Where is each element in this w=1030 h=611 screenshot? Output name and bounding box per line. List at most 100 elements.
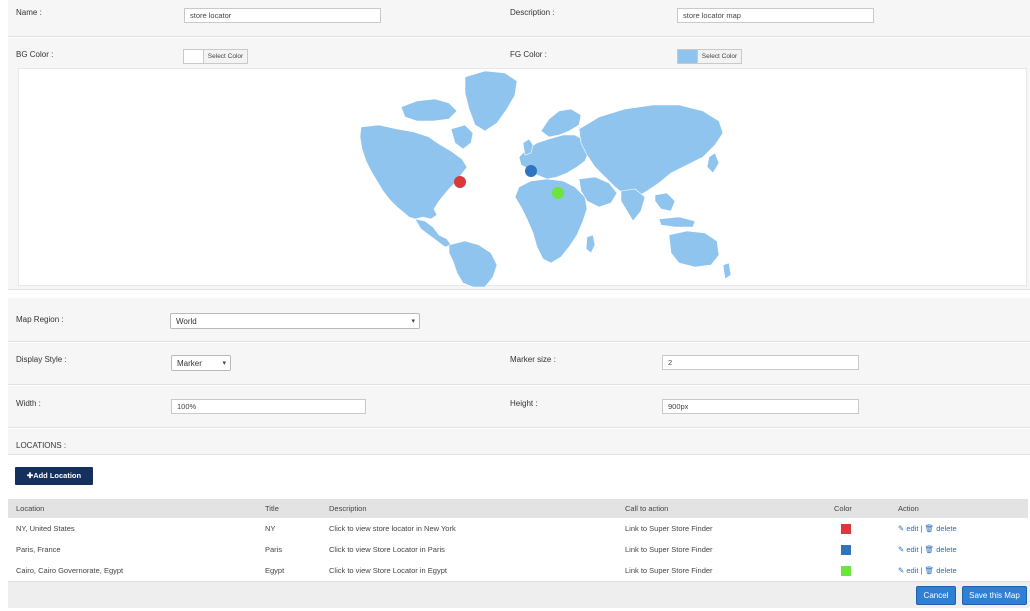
height-label: Height :: [510, 399, 538, 408]
marker-size-label: Marker size :: [510, 355, 556, 364]
edit-link[interactable]: ✎ edit: [898, 524, 918, 533]
header-color: Color: [834, 504, 852, 513]
row-description: Click to view Store Locator in Egypt: [329, 566, 447, 575]
table-row: NY, United States NY Click to view store…: [8, 519, 1028, 539]
greenland: [464, 70, 518, 132]
table-row: Paris, France Paris Click to view Store …: [8, 540, 1028, 560]
land-shapes: [359, 70, 732, 288]
delete-label: delete: [936, 545, 957, 554]
south-america: [448, 240, 498, 288]
width-input[interactable]: 100%: [171, 399, 366, 414]
chevron-down-icon: ▾: [411, 318, 415, 325]
japan: [706, 152, 720, 174]
edit-label: edit: [906, 524, 919, 533]
delete-link[interactable]: 🗑 delete: [925, 566, 957, 575]
map-region-select[interactable]: World ▾: [170, 313, 420, 329]
delete-label: delete: [936, 524, 957, 533]
delete-link[interactable]: 🗑 delete: [925, 545, 957, 554]
row-actions: ✎ edit | 🗑 delete: [898, 519, 957, 539]
edit-link[interactable]: ✎ edit: [898, 566, 918, 575]
chevron-down-icon: ▾: [222, 360, 226, 367]
new-zealand: [722, 262, 732, 280]
locations-row: LOCATIONS :: [8, 429, 1030, 455]
header-description: Description: [329, 504, 367, 513]
bg-color-label: BG Color :: [16, 50, 54, 59]
trash-icon: 🗑: [924, 545, 935, 554]
north-america: [359, 124, 468, 220]
separator: |: [920, 566, 923, 575]
display-style-row: Display Style : Marker ▾ Marker size : 2: [8, 343, 1030, 385]
display-style-label: Display Style :: [16, 355, 67, 364]
row-title: Egypt: [265, 566, 285, 575]
display-style-select[interactable]: Marker ▾: [171, 355, 231, 371]
name-input[interactable]: store locator: [184, 8, 381, 23]
pencil-icon: ✎: [898, 524, 905, 533]
delete-link[interactable]: 🗑 delete: [925, 524, 957, 533]
southeast-asia: [654, 192, 676, 212]
display-style-value: Marker: [177, 359, 202, 368]
separator: |: [920, 545, 923, 554]
header-call-to-action: Call to action: [625, 504, 669, 513]
indonesia: [658, 216, 696, 228]
marker-size-input[interactable]: 2: [662, 355, 859, 370]
trash-icon: 🗑: [924, 566, 935, 575]
fg-color-label: FG Color :: [510, 50, 547, 59]
edit-label: edit: [906, 545, 919, 554]
row-call-to-action: Link to Super Store Finder: [625, 545, 713, 554]
bg-color-swatch[interactable]: [183, 49, 204, 64]
description-input[interactable]: store locator map: [677, 8, 874, 23]
map-editor-page: Name : store locator Description : store…: [0, 0, 1030, 611]
save-map-button[interactable]: Save this Map: [962, 586, 1027, 605]
map-preview: [18, 68, 1027, 288]
row-location: Cairo, Cairo Governorate, Egypt: [16, 566, 124, 575]
bg-select-color-button[interactable]: Select Color: [203, 49, 248, 64]
pencil-icon: ✎: [898, 545, 905, 554]
map-region-row: Map Region : World ▾: [8, 298, 1030, 342]
delete-label: delete: [936, 566, 957, 575]
header-action: Action: [898, 504, 919, 513]
pencil-icon: ✎: [898, 566, 905, 575]
separator: |: [920, 524, 923, 533]
row-actions: ✎ edit | 🗑 delete: [898, 561, 957, 581]
row-color-swatch: [841, 524, 851, 534]
row-location: NY, United States: [16, 524, 75, 533]
arctic-islands: [400, 98, 458, 122]
map-marker[interactable]: [454, 176, 466, 188]
locations-label: LOCATIONS :: [16, 441, 67, 450]
row-call-to-action: Link to Super Store Finder: [625, 524, 713, 533]
row-location: Paris, France: [16, 545, 61, 554]
size-row: Width : 100% Height : 900px: [8, 386, 1030, 428]
trash-icon: 🗑: [924, 524, 935, 533]
form-footer: Cancel Save this Map: [8, 581, 1030, 608]
scandinavia: [540, 108, 582, 138]
add-location-button[interactable]: ✚Add Location: [15, 467, 93, 485]
australia: [668, 230, 720, 268]
madagascar: [585, 234, 596, 254]
row-color-swatch: [841, 545, 851, 555]
row-title: Paris: [265, 545, 283, 554]
add-location-label: Add Location: [33, 471, 82, 480]
edit-label: edit: [906, 566, 919, 575]
india: [620, 188, 646, 222]
row-actions: ✎ edit | 🗑 delete: [898, 540, 957, 560]
map-marker[interactable]: [552, 187, 564, 199]
fg-select-color-button[interactable]: Select Color: [697, 49, 742, 64]
cancel-button[interactable]: Cancel: [916, 586, 956, 605]
name-description-row: Name : store locator Description : store…: [8, 0, 1030, 37]
row-description: Click to view store locator in New York: [329, 524, 456, 533]
row-call-to-action: Link to Super Store Finder: [625, 566, 713, 575]
edit-link[interactable]: ✎ edit: [898, 545, 918, 554]
world-map: [359, 70, 732, 288]
map-region-value: World: [176, 317, 197, 326]
map-marker[interactable]: [525, 165, 537, 177]
locations-table-header: Location Title Description Call to actio…: [8, 499, 1028, 518]
fg-color-swatch[interactable]: [677, 49, 698, 64]
row-color-swatch: [841, 566, 851, 576]
map-region-label: Map Region :: [16, 315, 64, 324]
height-input[interactable]: 900px: [662, 399, 859, 414]
central-america: [414, 218, 452, 248]
africa: [514, 178, 588, 264]
header-title: Title: [265, 504, 279, 513]
labrador: [450, 124, 474, 150]
row-description: Click to view Store Locator in Paris: [329, 545, 445, 554]
